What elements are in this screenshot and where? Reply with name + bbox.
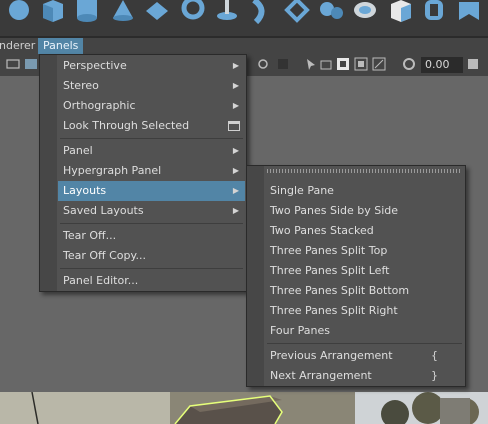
menu-item-stereo[interactable]: Stereo ▶	[58, 76, 245, 96]
submenu-arrow-icon: ▶	[232, 186, 239, 195]
submenu-arrow-icon: ▶	[232, 61, 239, 70]
gamma-icon[interactable]	[466, 57, 480, 71]
mirror-icon[interactable]	[388, 0, 414, 24]
menu-item-label: Look Through Selected	[63, 119, 190, 132]
panel-menubar: nderer Panels	[0, 38, 488, 54]
select-camera-icon[interactable]	[6, 57, 20, 71]
menu-gutter	[40, 55, 57, 291]
menu-item-label: Three Panes Split Top	[270, 244, 388, 257]
submenu-arrow-icon: ▶	[232, 166, 239, 175]
menu-item-three-panes-split-bottom[interactable]: Three Panes Split Bottom	[265, 281, 464, 301]
poly-shelf	[0, 0, 488, 36]
menu-item-perspective[interactable]: Perspective ▶	[58, 56, 245, 76]
poly-cylinder-icon[interactable]	[74, 0, 100, 24]
menu-item-label: Three Panes Split Bottom	[270, 284, 410, 297]
smooth-icon[interactable]	[352, 0, 378, 24]
menu-item-label: Four Panes	[270, 324, 331, 337]
menu-item-label: Single Pane	[270, 184, 334, 197]
menu-separator	[60, 223, 243, 224]
image-plane-icon[interactable]	[24, 57, 38, 71]
menu-item-label: Stereo	[63, 79, 99, 92]
safe-action-icon[interactable]	[372, 57, 386, 71]
menu-item-tear-off-copy[interactable]: Tear Off Copy...	[58, 246, 245, 266]
exposure-icon[interactable]	[402, 57, 416, 71]
menu-item-three-panes-split-right[interactable]: Three Panes Split Right	[265, 301, 464, 321]
poly-cube-icon[interactable]	[40, 0, 66, 24]
menu-item-label: Previous Arrangement	[270, 349, 393, 362]
menu-separator	[60, 138, 243, 139]
menu-item-label: Saved Layouts	[63, 204, 144, 217]
field-chart-icon[interactable]	[354, 57, 368, 71]
menu-item-three-panes-split-top[interactable]: Three Panes Split Top	[265, 241, 464, 261]
menu-item-label: Tear Off...	[63, 229, 117, 242]
viewport-scene	[0, 392, 488, 424]
poly-cone-icon[interactable]	[110, 0, 136, 24]
menu-item-next-arrangement[interactable]: Next Arrangement}	[265, 366, 464, 386]
menu-item-three-panes-split-left[interactable]: Three Panes Split Left	[265, 261, 464, 281]
menu-item-hypergraph-panel[interactable]: Hypergraph Panel ▶	[58, 161, 245, 181]
menu-item-two-panes-side-by-side[interactable]: Two Panes Side by Side	[265, 201, 464, 221]
panels-menu-button[interactable]: Panels	[38, 38, 84, 54]
menu-separator	[267, 343, 462, 344]
poly-disc-icon[interactable]	[214, 0, 240, 24]
gate-mask-icon[interactable]	[336, 57, 350, 71]
menu-item-look-through-selected[interactable]: Look Through Selected	[58, 116, 245, 136]
menu-item-saved-layouts[interactable]: Saved Layouts ▶	[58, 201, 245, 221]
poly-sphere-icon[interactable]	[6, 0, 32, 24]
shortcut-label: {	[431, 349, 438, 362]
tear-off-handle[interactable]	[267, 169, 462, 173]
menu-item-label: Hypergraph Panel	[63, 164, 162, 177]
isolate-select-icon[interactable]	[256, 57, 270, 71]
menu-item-label: Three Panes Split Right	[270, 304, 398, 317]
menu-item-layouts[interactable]: Layouts ▶	[58, 181, 245, 201]
menu-item-label: Layouts	[63, 184, 107, 197]
menu-item-orthographic[interactable]: Orthographic ▶	[58, 96, 245, 116]
separate-icon[interactable]	[318, 0, 344, 24]
scene-image	[0, 392, 488, 424]
exposure-field[interactable]: 0.00	[421, 57, 463, 73]
menu-item-label: Three Panes Split Left	[270, 264, 390, 277]
xray-joints-icon[interactable]	[304, 57, 318, 71]
menu-item-single-pane[interactable]: Single Pane	[265, 181, 464, 201]
combine-icon[interactable]	[284, 0, 310, 24]
resolution-gate-icon[interactable]	[320, 57, 334, 71]
submenu-arrow-icon: ▶	[232, 101, 239, 110]
renderer-menu[interactable]: nderer	[0, 38, 40, 54]
poly-torus-icon[interactable]	[180, 0, 206, 24]
xray-icon[interactable]	[276, 57, 290, 71]
menu-item-label: Two Panes Stacked	[270, 224, 374, 237]
menu-item-tear-off[interactable]: Tear Off...	[58, 226, 245, 246]
menu-item-previous-arrangement[interactable]: Previous Arrangement {	[265, 346, 464, 366]
menu-item-label: Next Arrangement	[270, 369, 372, 382]
menu-item-label: Tear Off Copy...	[63, 249, 146, 262]
menu-item-label: Orthographic	[63, 99, 136, 112]
menu-item-four-panes[interactable]: Four Panes	[265, 321, 464, 341]
menu-item-two-panes-stacked[interactable]: Two Panes Stacked	[265, 221, 464, 241]
panels-dropdown-menu: Perspective ▶ Stereo ▶ Orthographic ▶ Look …	[39, 54, 247, 292]
submenu-arrow-icon: ▶	[232, 81, 239, 90]
menu-item-label: Perspective	[63, 59, 127, 72]
boolean-icon[interactable]	[422, 0, 448, 24]
submenu-arrow-icon: ▶	[232, 206, 239, 215]
submenu-arrow-icon: ▶	[232, 146, 239, 155]
menu-separator	[60, 268, 243, 269]
bridge-icon[interactable]	[456, 0, 482, 24]
menu-item-panel-editor[interactable]: Panel Editor...	[58, 271, 245, 291]
menu-item-label: Panel Editor...	[63, 274, 139, 287]
shortcut-label: }	[431, 369, 438, 382]
menu-gutter	[247, 166, 264, 386]
menu-item-label: Panel	[63, 144, 93, 157]
poly-plane-icon[interactable]	[144, 0, 170, 24]
layouts-submenu: Single Pane Two Panes Side by Side Two P…	[246, 165, 466, 387]
option-box-icon[interactable]	[228, 121, 240, 131]
menu-item-panel[interactable]: Panel ▶	[58, 141, 245, 161]
poly-pipe-icon[interactable]	[248, 0, 274, 24]
menu-item-label: Two Panes Side by Side	[270, 204, 399, 217]
